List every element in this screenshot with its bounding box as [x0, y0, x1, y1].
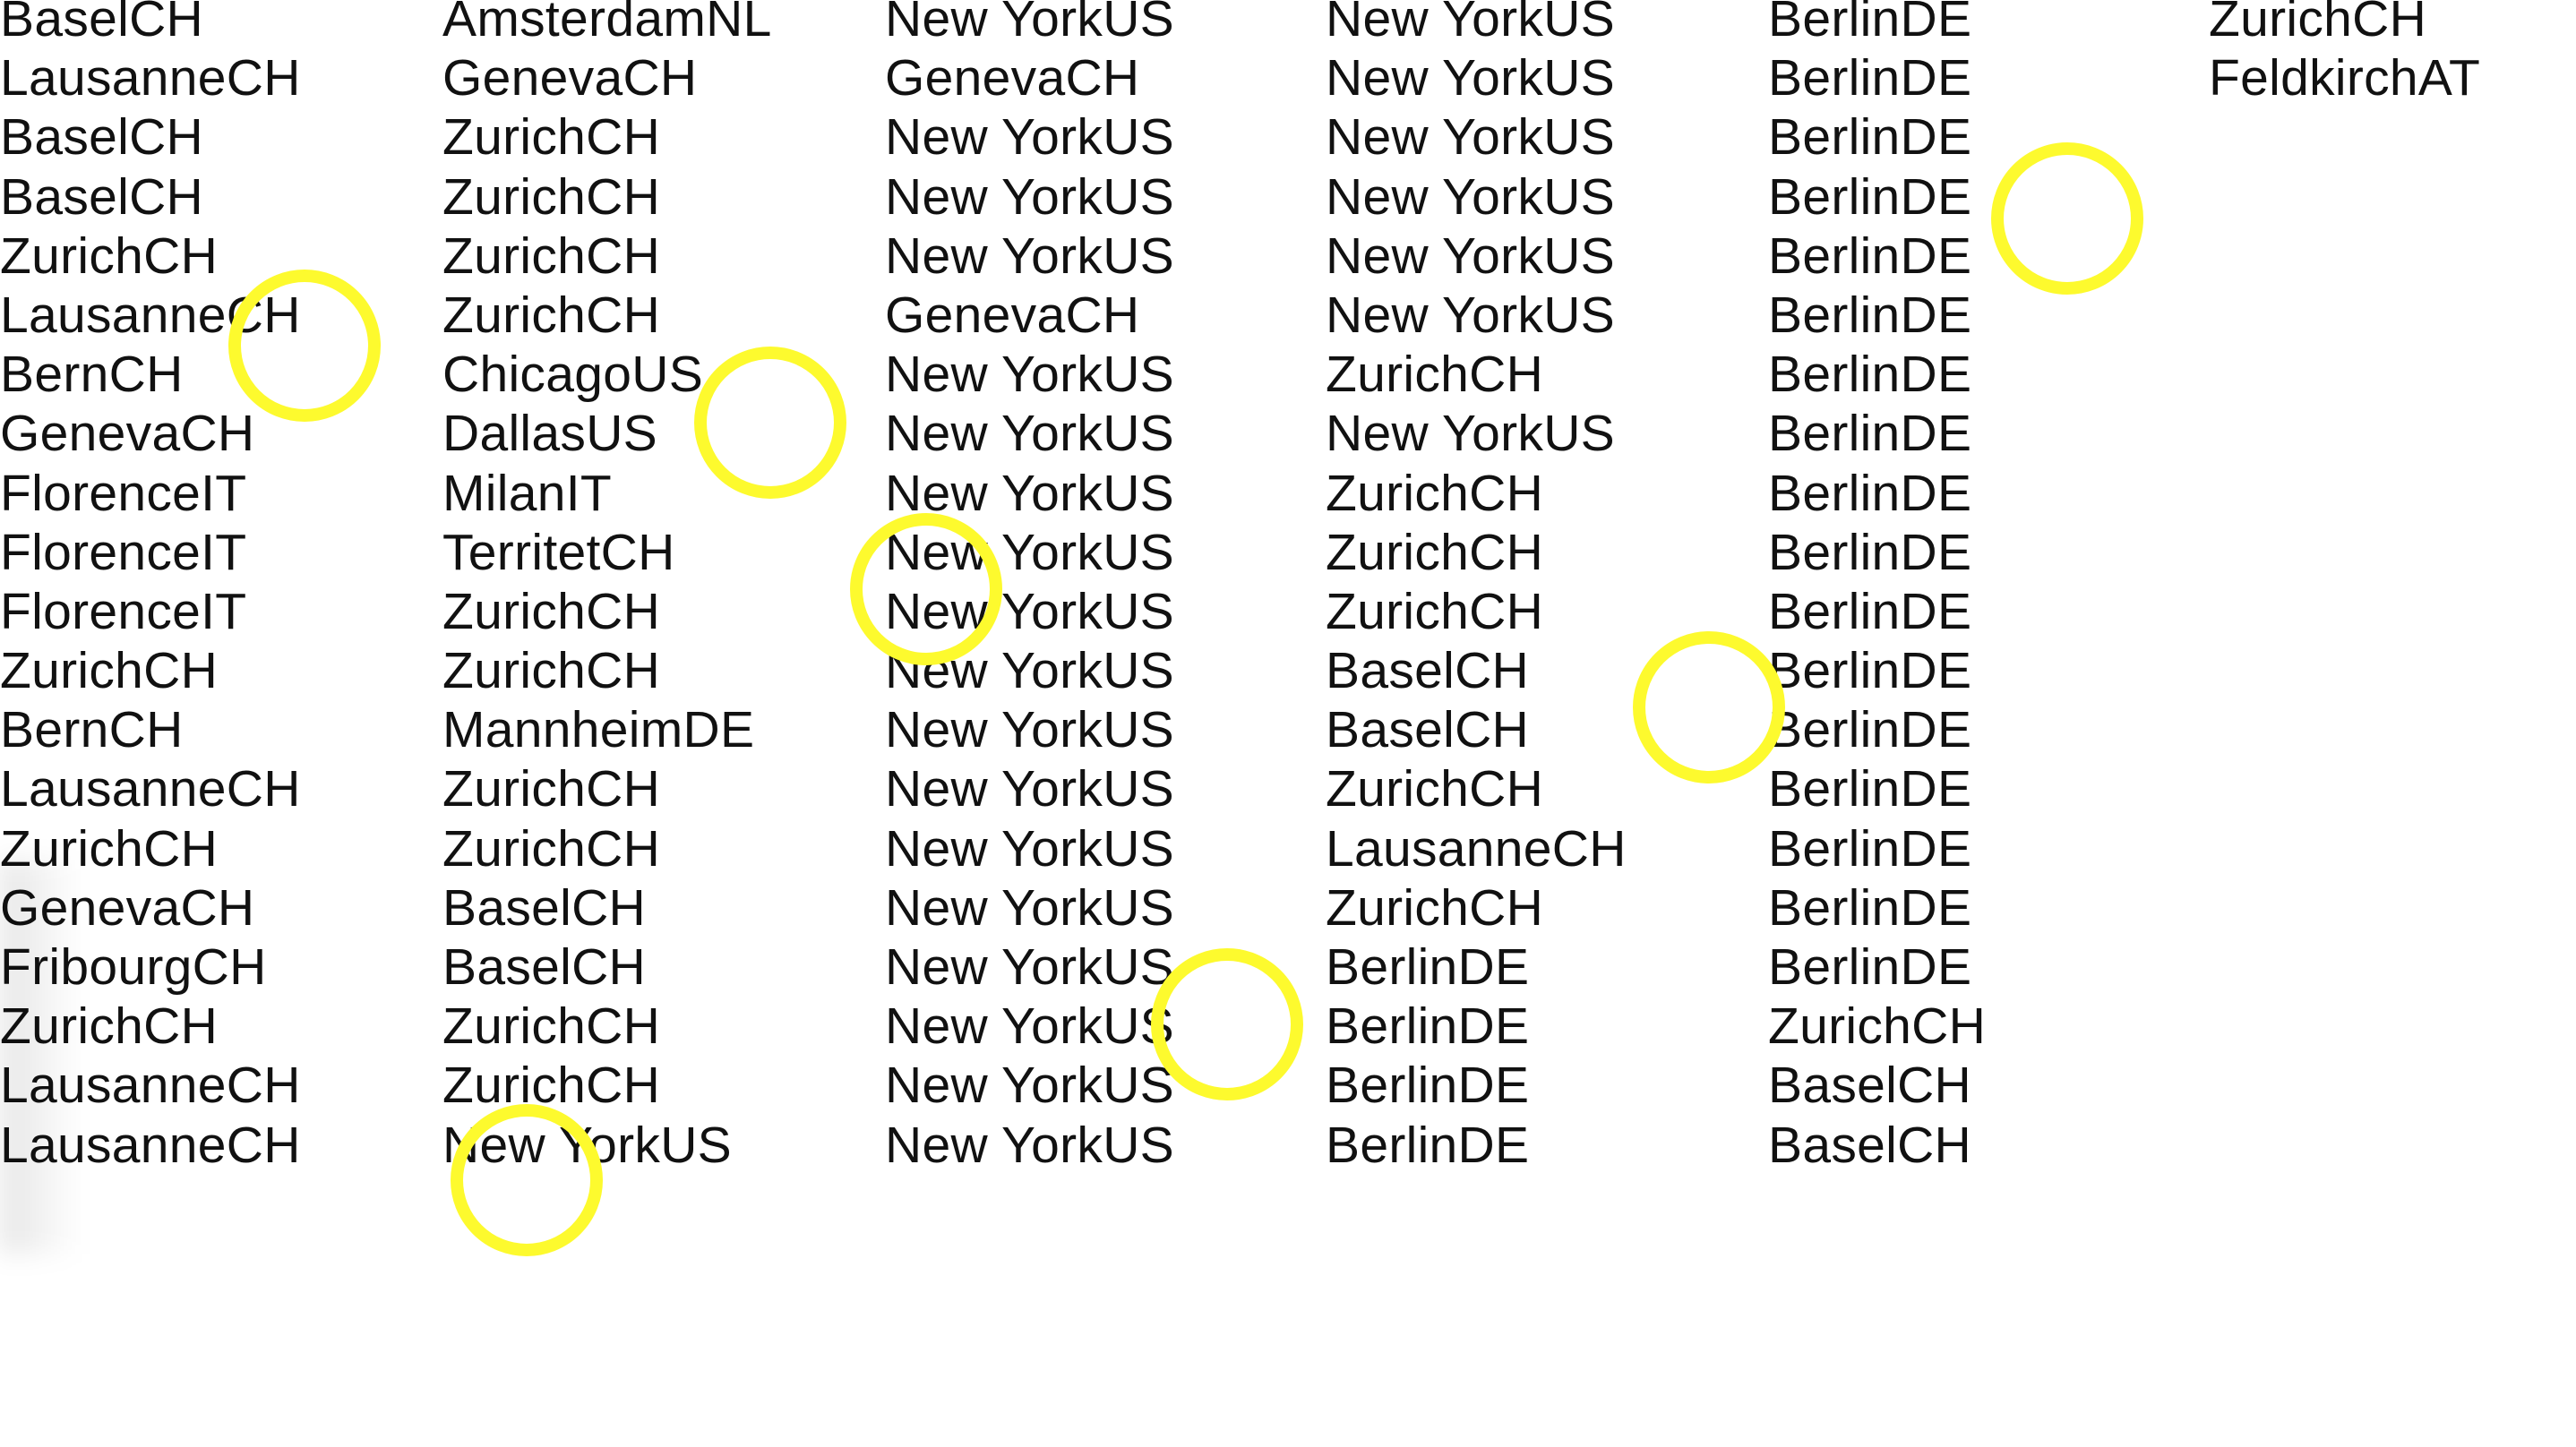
grid-cell: BerlinDE	[1326, 1116, 1530, 1174]
column-5: BerlinDE BerlinDE BerlinDE BerlinDE Berl…	[1768, 0, 1986, 1178]
column-2: AmsterdamNL GenevaCH ZurichCH ZurichCH Z…	[442, 0, 772, 1178]
column-4: New YorkUS New YorkUS New YorkUS New Yor…	[1326, 0, 1627, 1178]
column-1: BaselCH LausanneCH BaselCH BaselCH Zuric…	[0, 0, 301, 1178]
column-3: New YorkUS GenevaCH New YorkUS New YorkU…	[885, 0, 1174, 1178]
column-6: ZurichCH FeldkirchAT	[2209, 0, 2480, 111]
location-grid: BaselCH LausanneCH BaselCH BaselCH Zuric…	[0, 0, 2576, 1447]
grid-cell: New YorkUS	[442, 1116, 732, 1174]
grid-cell: BaselCH	[1768, 1116, 1972, 1174]
grid-cell: New YorkUS	[885, 1116, 1174, 1174]
grid-cell: FeldkirchAT	[2209, 49, 2481, 107]
grid-cell: LausanneCH	[0, 1116, 301, 1174]
